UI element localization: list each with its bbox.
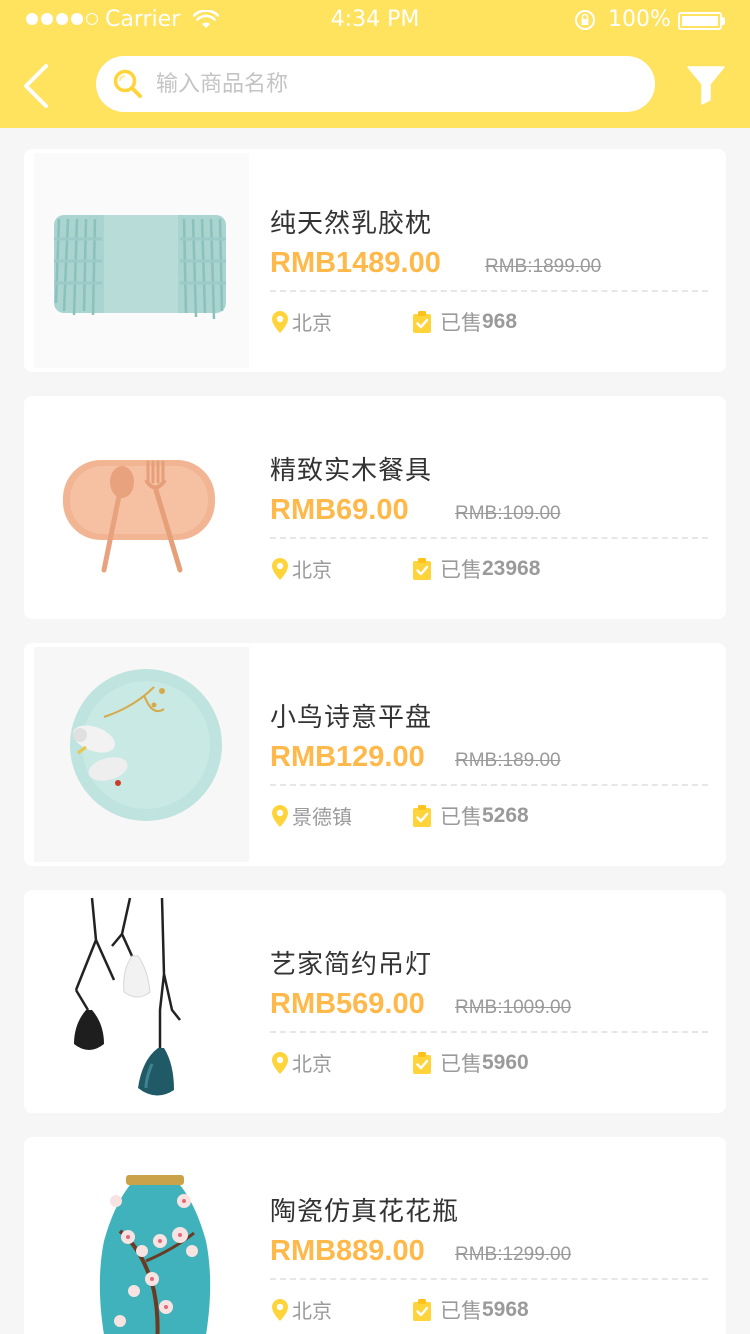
- product-location: 北京: [270, 1048, 332, 1077]
- product-sold: 已售 968: [412, 307, 517, 337]
- sold-prefix: 已售: [440, 805, 482, 829]
- product-sold: 已售 5968: [412, 1295, 529, 1325]
- location-text: 景德镇: [292, 805, 352, 829]
- search-bar[interactable]: [96, 56, 655, 112]
- product-name: 小鸟诗意平盘: [270, 703, 433, 733]
- product-location: 北京: [270, 1295, 332, 1324]
- location-text: 北京: [292, 1052, 332, 1076]
- product-price: RMB69.00: [270, 494, 409, 526]
- product-original-price: RMB:1009.00: [455, 997, 572, 1018]
- status-bar: Carrier 4:34 PM 100%: [0, 0, 750, 40]
- clipboard-check-icon: [413, 1052, 431, 1074]
- product-sold: 已售 23968: [412, 554, 540, 584]
- location-pin-icon: [272, 1298, 288, 1321]
- product-location: 景德镇: [270, 801, 352, 830]
- sold-prefix: 已售: [440, 1052, 482, 1076]
- product-location: 北京: [270, 307, 332, 336]
- vase-image: [34, 1141, 249, 1334]
- battery-cap: [722, 17, 725, 25]
- location-pin-icon: [272, 804, 288, 827]
- product-card[interactable]: 陶瓷仿真花花瓶 RMB889.00 RMB:1299.00 北京 已售 5968: [24, 1137, 726, 1334]
- product-price: RMB889.00: [270, 1235, 425, 1267]
- product-original-price: RMB:189.00: [455, 750, 561, 771]
- product-original-price: RMB:1299.00: [455, 1244, 572, 1265]
- sold-count: 5268: [482, 804, 529, 827]
- divider: [270, 1278, 708, 1280]
- plate-image: [34, 647, 249, 862]
- sold-count: 968: [482, 310, 518, 333]
- back-button[interactable]: [18, 60, 58, 112]
- product-sold: 已售 5268: [412, 801, 529, 831]
- product-sold: 已售 5960: [412, 1048, 529, 1078]
- sold-count: 23968: [482, 557, 541, 580]
- product-list: 纯天然乳胶枕 RMB1489.00 RMB:1899.00 北京 已售 968: [24, 149, 726, 1334]
- cutlery-image: [34, 400, 249, 615]
- lamp-image: [34, 894, 249, 1109]
- product-location: 北京: [270, 554, 332, 583]
- sold-count: 5968: [482, 1298, 529, 1321]
- product-price: RMB1489.00: [270, 247, 441, 279]
- pillow-image: [34, 153, 249, 368]
- product-card[interactable]: 艺家简约吊灯 RMB569.00 RMB:1009.00 北京 已售 5960: [24, 890, 726, 1113]
- location-pin-icon: [272, 310, 288, 333]
- location-text: 北京: [292, 311, 332, 335]
- clipboard-check-icon: [413, 311, 431, 333]
- sold-prefix: 已售: [440, 558, 482, 582]
- search-icon: [113, 69, 142, 98]
- clipboard-check-icon: [413, 1299, 431, 1321]
- divider: [270, 537, 708, 539]
- clipboard-check-icon: [413, 558, 431, 580]
- product-card[interactable]: 纯天然乳胶枕 RMB1489.00 RMB:1899.00 北京 已售 968: [24, 149, 726, 372]
- product-name: 陶瓷仿真花花瓶: [270, 1197, 460, 1227]
- product-price: RMB569.00: [270, 988, 425, 1020]
- location-text: 北京: [292, 1299, 332, 1323]
- clipboard-check-icon: [413, 805, 431, 827]
- battery-percent: 100%: [608, 7, 671, 32]
- filter-icon[interactable]: [686, 64, 726, 106]
- product-name: 精致实木餐具: [270, 456, 433, 486]
- location-text: 北京: [292, 558, 332, 582]
- product-card[interactable]: 小鸟诗意平盘 RMB129.00 RMB:189.00 景德镇 已售 5268: [24, 643, 726, 866]
- location-pin-icon: [272, 557, 288, 580]
- product-original-price: RMB:109.00: [455, 503, 561, 524]
- product-name: 纯天然乳胶枕: [270, 209, 433, 239]
- product-name: 艺家简约吊灯: [270, 950, 433, 980]
- divider: [270, 290, 708, 292]
- divider: [270, 784, 708, 786]
- location-pin-icon: [272, 1051, 288, 1074]
- product-card[interactable]: 精致实木餐具 RMB69.00 RMB:109.00 北京 已售 23968: [24, 396, 726, 619]
- product-original-price: RMB:1899.00: [485, 256, 602, 277]
- sold-prefix: 已售: [440, 1299, 482, 1323]
- product-price: RMB129.00: [270, 741, 425, 773]
- battery-icon: [678, 12, 722, 30]
- sold-count: 5960: [482, 1051, 529, 1074]
- divider: [270, 1031, 708, 1033]
- search-input[interactable]: [156, 64, 636, 104]
- nav-header: Carrier 4:34 PM 100%: [0, 0, 750, 128]
- sold-prefix: 已售: [440, 311, 482, 335]
- orientation-lock-icon: [575, 10, 595, 30]
